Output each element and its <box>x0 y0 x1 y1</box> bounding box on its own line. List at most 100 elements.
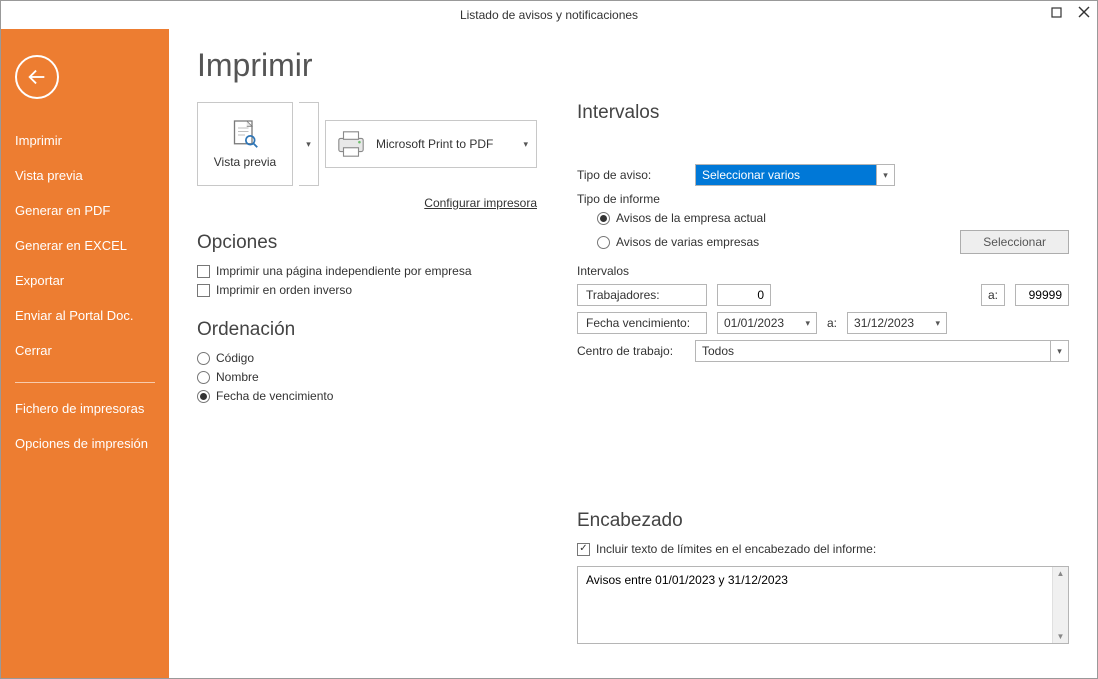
ordenacion-heading: Ordenación <box>197 319 537 341</box>
encabezado-text-wrap: ▲ ▼ <box>577 566 1069 644</box>
chevron-down-icon: ▾ <box>523 139 528 150</box>
intervalos-sub-heading: Intervalos <box>577 264 1069 278</box>
chk-orden-inverso[interactable] <box>197 284 210 297</box>
fecha-from-value: 01/01/2023 <box>724 316 784 330</box>
printer-selector[interactable]: Microsoft Print to PDF ▾ <box>325 120 537 168</box>
titlebar: Listado de avisos y notificaciones <box>1 1 1097 29</box>
tipo-aviso-value: Seleccionar varios <box>696 165 876 185</box>
vista-previa-dropdown[interactable]: ▾ <box>299 102 319 186</box>
trabajadores-to-input[interactable] <box>1015 284 1069 306</box>
chk-incluir-row: ✓ Incluir texto de límites en el encabez… <box>577 542 1069 556</box>
a-label-1: a: <box>981 284 1005 306</box>
fecha-to-input[interactable]: 31/12/2023 ▾ <box>847 312 947 334</box>
trabajadores-label: Trabajadores: <box>577 284 707 306</box>
chk-incluir[interactable]: ✓ <box>577 543 590 556</box>
main-content: Imprimir <box>169 29 1097 678</box>
radio-fecha[interactable] <box>197 390 210 403</box>
radio-nombre-row: Nombre <box>197 370 537 384</box>
seleccionar-button[interactable]: Seleccionar <box>960 230 1069 254</box>
vista-previa-label: Vista previa <box>214 155 276 169</box>
sidebar-item-enviar-portal[interactable]: Enviar al Portal Doc. <box>1 298 169 333</box>
document-preview-icon <box>231 119 259 151</box>
sidebar-item-vista-previa[interactable]: Vista previa <box>1 158 169 193</box>
a-label-2: a: <box>827 316 837 330</box>
radio-codigo-label: Código <box>216 351 254 365</box>
tipo-informe-group: Avisos de la empresa actual Avisos de va… <box>597 211 1069 254</box>
window-controls <box>1049 5 1091 19</box>
maximize-button[interactable] <box>1049 5 1063 19</box>
chevron-down-icon: ▾ <box>935 318 940 329</box>
right-column: Intervalos Tipo de aviso: Seleccionar va… <box>577 102 1069 644</box>
window-body: Imprimir Vista previa Generar en PDF Gen… <box>1 29 1097 678</box>
sidebar-separator <box>15 382 155 383</box>
fecha-to-value: 31/12/2023 <box>854 316 914 330</box>
chevron-down-icon: ▾ <box>876 165 894 185</box>
encabezado-textarea[interactable] <box>578 567 1052 643</box>
tipo-informe-label: Tipo de informe <box>577 192 1069 206</box>
page-title: Imprimir <box>197 47 1069 84</box>
radio-empresa-actual-label: Avisos de la empresa actual <box>616 211 766 225</box>
centro-trabajo-select[interactable]: Todos ▾ <box>695 340 1069 362</box>
chk-pagina-independiente-row: Imprimir una página independiente por em… <box>197 264 537 278</box>
sidebar-item-generar-excel[interactable]: Generar en EXCEL <box>1 228 169 263</box>
chk-orden-inverso-label: Imprimir en orden inverso <box>216 283 352 297</box>
encabezado-heading: Encabezado <box>577 510 1069 532</box>
close-icon <box>1078 6 1090 18</box>
vista-previa-button[interactable]: Vista previa <box>197 102 293 186</box>
radio-varias-empresas[interactable] <box>597 236 610 249</box>
tipo-aviso-select[interactable]: Seleccionar varios ▾ <box>695 164 895 186</box>
sidebar: Imprimir Vista previa Generar en PDF Gen… <box>1 29 169 678</box>
radio-nombre[interactable] <box>197 371 210 384</box>
sidebar-item-cerrar[interactable]: Cerrar <box>1 333 169 368</box>
textarea-scrollbar[interactable]: ▲ ▼ <box>1052 567 1068 643</box>
back-arrow-icon <box>26 66 48 88</box>
window-title: Listado de avisos y notificaciones <box>460 8 638 22</box>
chevron-down-icon: ▾ <box>805 318 810 329</box>
config-printer-link[interactable]: Configurar impresora <box>197 196 537 210</box>
centro-trabajo-label: Centro de trabajo: <box>577 344 685 358</box>
scroll-down-icon: ▼ <box>1057 632 1065 641</box>
tipo-aviso-row: Tipo de aviso: Seleccionar varios ▾ <box>577 164 1069 186</box>
trabajadores-row: Trabajadores: a: <box>577 284 1069 306</box>
radio-codigo-row: Código <box>197 351 537 365</box>
intervalos-heading: Intervalos <box>577 102 1069 124</box>
radio-codigo[interactable] <box>197 352 210 365</box>
window: Listado de avisos y notificaciones Impri… <box>0 0 1098 679</box>
centro-trabajo-value: Todos <box>696 341 1050 361</box>
chevron-down-icon: ▾ <box>1050 341 1068 361</box>
maximize-icon <box>1051 7 1062 18</box>
radio-empresa-actual[interactable] <box>597 212 610 225</box>
scroll-up-icon: ▲ <box>1057 569 1065 578</box>
preview-row: Vista previa ▾ Microso <box>197 102 537 186</box>
tipo-aviso-label: Tipo de aviso: <box>577 168 685 182</box>
fecha-vencimiento-row: Fecha vencimiento: 01/01/2023 ▾ a: 31/12… <box>577 312 1069 334</box>
radio-varias-empresas-row: Avisos de varias empresas Seleccionar <box>597 230 1069 254</box>
chk-orden-inverso-row: Imprimir en orden inverso <box>197 283 537 297</box>
chk-pagina-independiente[interactable] <box>197 265 210 278</box>
centro-trabajo-row: Centro de trabajo: Todos ▾ <box>577 340 1069 362</box>
trabajadores-from-input[interactable] <box>717 284 771 306</box>
chevron-down-icon: ▾ <box>306 139 311 150</box>
left-column: Vista previa ▾ Microso <box>197 102 537 644</box>
interval-rows: Trabajadores: a: Fecha vencimiento: 01/0… <box>577 284 1069 362</box>
radio-fecha-row: Fecha de vencimiento <box>197 389 537 403</box>
sidebar-item-exportar[interactable]: Exportar <box>1 263 169 298</box>
chk-incluir-label: Incluir texto de límites en el encabezad… <box>596 542 876 556</box>
sidebar-item-generar-pdf[interactable]: Generar en PDF <box>1 193 169 228</box>
opciones-heading: Opciones <box>197 232 537 254</box>
printer-name: Microsoft Print to PDF <box>376 137 523 151</box>
radio-empresa-actual-row: Avisos de la empresa actual <box>597 211 1069 225</box>
sidebar-item-opciones-impresion[interactable]: Opciones de impresión <box>1 426 169 461</box>
chk-pagina-independiente-label: Imprimir una página independiente por em… <box>216 264 472 278</box>
sidebar-item-imprimir[interactable]: Imprimir <box>1 123 169 158</box>
sidebar-item-fichero-impresoras[interactable]: Fichero de impresoras <box>1 391 169 426</box>
back-button[interactable] <box>15 55 59 99</box>
radio-nombre-label: Nombre <box>216 370 259 384</box>
close-button[interactable] <box>1077 5 1091 19</box>
fecha-venc-label: Fecha vencimiento: <box>577 312 707 334</box>
radio-fecha-label: Fecha de vencimiento <box>216 389 333 403</box>
columns: Vista previa ▾ Microso <box>197 102 1069 644</box>
radio-varias-empresas-label: Avisos de varias empresas <box>616 235 759 249</box>
printer-icon <box>334 129 368 159</box>
fecha-from-input[interactable]: 01/01/2023 ▾ <box>717 312 817 334</box>
